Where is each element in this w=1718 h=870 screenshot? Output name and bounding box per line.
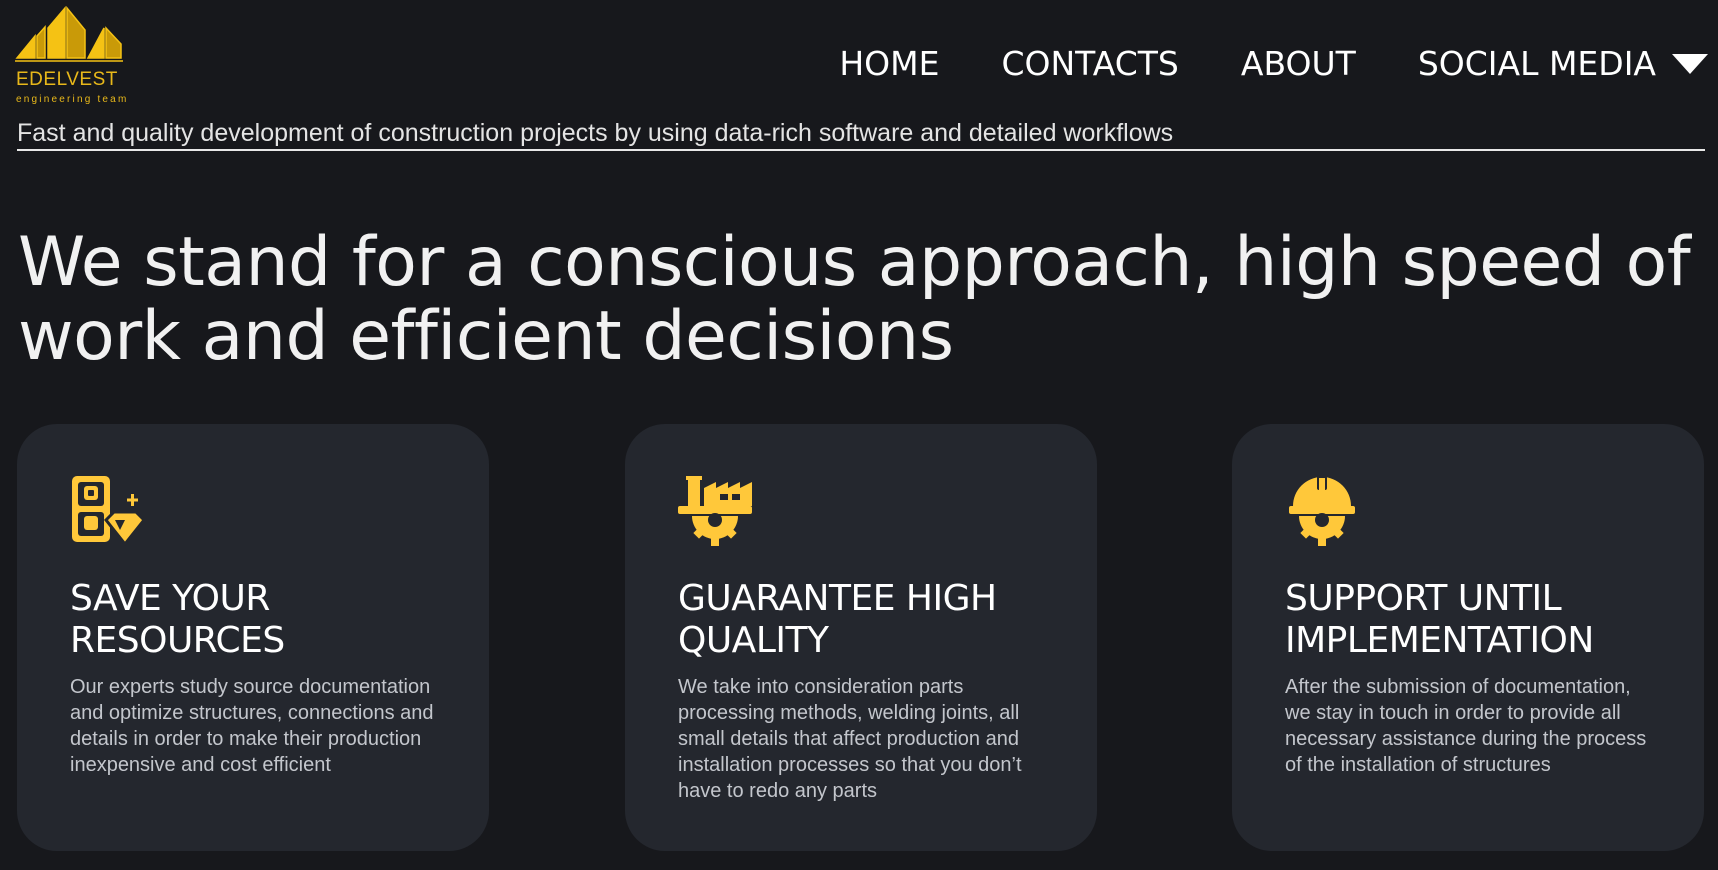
- card-title: GUARANTEE HIGH QUALITY: [678, 578, 997, 661]
- main-nav: HOME CONTACTS ABOUT SOCIAL MEDIA: [777, 44, 1708, 84]
- brand-name: EDELVEST: [16, 69, 118, 90]
- buildings-logo-icon: [15, 6, 123, 62]
- caret-down-icon: [1672, 54, 1708, 74]
- hero-title: We stand for a conscious approach, high …: [18, 223, 1691, 376]
- nav-contacts[interactable]: CONTACTS: [1001, 44, 1178, 84]
- card-description: After the submission of documentation, w…: [1285, 676, 1647, 776]
- brand-subtitle: engineering team: [16, 94, 129, 105]
- nav-about[interactable]: ABOUT: [1241, 44, 1356, 84]
- tagline: Fast and quality development of construc…: [17, 118, 1705, 151]
- card-title: SUPPORT UNTIL IMPLEMENTATION: [1285, 578, 1594, 661]
- card-description: We take into consideration parts process…: [678, 676, 1022, 802]
- card-description: Our experts study source documentation a…: [70, 676, 434, 776]
- brand-logo[interactable]: EDELVEST engineering team: [15, 6, 135, 105]
- factory-gear-icon: [678, 476, 752, 546]
- nav-social-media-label: SOCIAL MEDIA: [1417, 44, 1656, 83]
- nav-social-media-dropdown[interactable]: SOCIAL MEDIA: [1418, 44, 1708, 84]
- card-title: SAVE YOUR RESOURCES: [70, 578, 285, 661]
- helmet-gear-icon: [1289, 476, 1355, 546]
- safe-diamond-icon: [72, 476, 144, 547]
- feature-card-resources: SAVE YOUR RESOURCES Our experts study so…: [17, 424, 489, 851]
- feature-card-quality: GUARANTEE HIGH QUALITY We take into cons…: [625, 424, 1097, 851]
- nav-home[interactable]: HOME: [839, 44, 939, 84]
- feature-card-support: SUPPORT UNTIL IMPLEMENTATION After the s…: [1232, 424, 1704, 851]
